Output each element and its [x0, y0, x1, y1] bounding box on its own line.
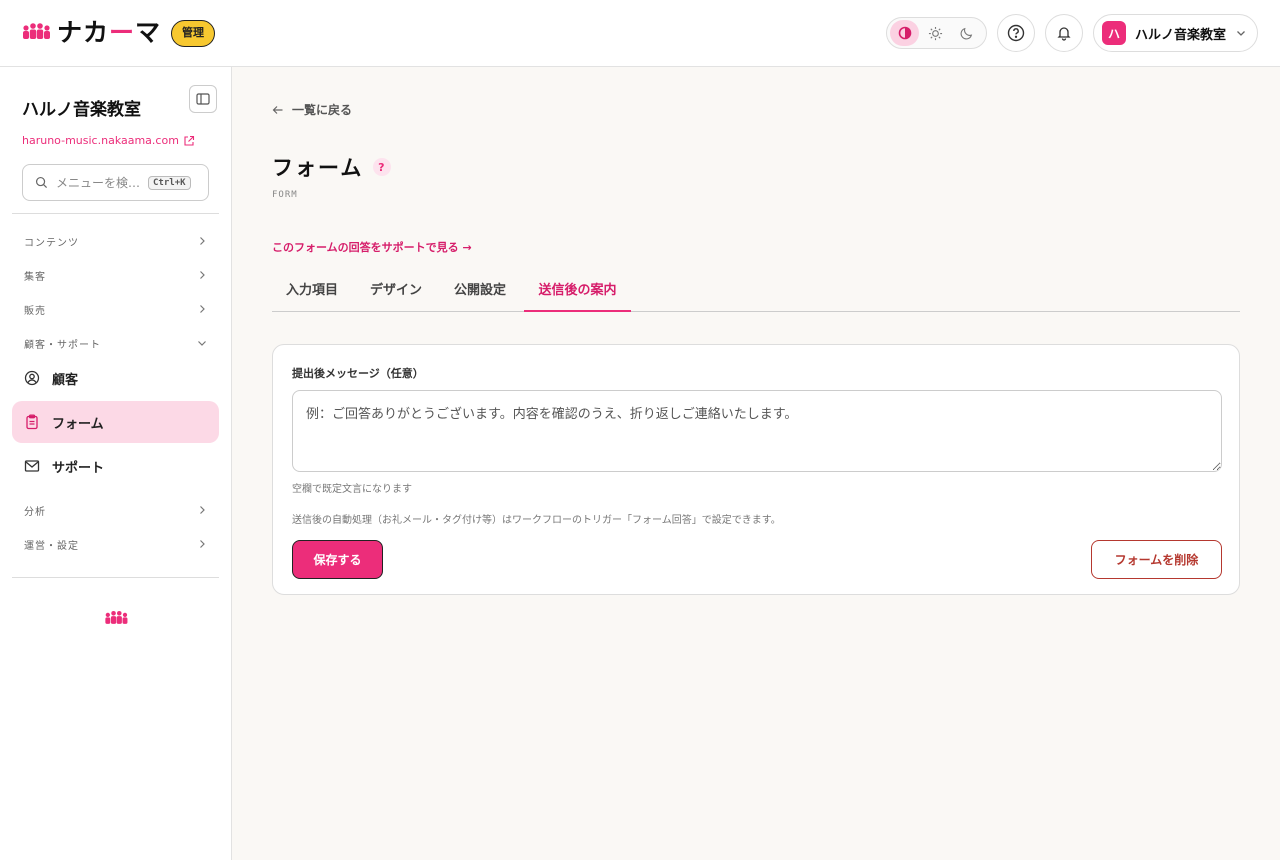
page-subtitle: FORM [272, 190, 298, 200]
nav-section-contents[interactable]: コンテンツ [12, 230, 219, 252]
moon-icon [960, 27, 972, 40]
account-menu-button[interactable]: ハ ハルノ音楽教室 [1093, 14, 1258, 52]
brand-logo[interactable]: ナカーマ 管理 [21, 18, 216, 48]
help-button[interactable] [997, 14, 1035, 52]
help-circle-icon [1007, 24, 1025, 42]
nav-section-label: 販売 [24, 305, 46, 317]
search-placeholder: メニューを検… [56, 176, 141, 190]
nav-section-marketing[interactable]: 集客 [12, 264, 219, 286]
tab-after-submit[interactable]: 送信後の案内 [524, 271, 631, 312]
page-title-text: フォーム [272, 156, 364, 180]
brand-wordmark: ナカーマ [57, 18, 162, 47]
light-mode-button[interactable] [921, 20, 950, 46]
workflow-note: 送信後の自動処理（お礼メール・タグ付け等）はワークフローのトリガー「フォーム回答… [292, 515, 781, 526]
nav-section-label: 集客 [24, 271, 46, 283]
clipboard-icon [26, 414, 38, 430]
tab-input-fields[interactable]: 入力項目 [272, 271, 352, 312]
school-url-link[interactable]: haruno-music.nakaama.com [22, 134, 195, 147]
tab-publish-settings[interactable]: 公開設定 [440, 271, 520, 312]
sidebar-item-label: フォーム [52, 416, 104, 432]
arrow-left-icon [272, 105, 283, 114]
view-responses-in-support-link[interactable]: このフォームの回答をサポートで見る → [272, 239, 472, 255]
notifications-button[interactable] [1045, 14, 1083, 52]
contrast-mode-button[interactable] [890, 20, 919, 46]
contrast-icon [898, 26, 911, 40]
nav-section-operations[interactable]: 運営・設定 [12, 533, 219, 555]
nav-section-label: 運営・設定 [24, 540, 79, 552]
nav-section-label: 分析 [24, 506, 46, 518]
chevron-right-icon [200, 237, 205, 245]
sidebar-item-customers[interactable]: 顧客 [12, 357, 219, 399]
search-icon [35, 176, 48, 189]
sidebar-item-forms[interactable]: フォーム [12, 401, 219, 443]
chevron-right-icon [200, 305, 205, 313]
people-logo-icon [23, 23, 50, 39]
account-name: ハルノ音楽教室 [1135, 27, 1227, 43]
top-header: ナカーマ 管理 ハ ハルノ音楽教室 [0, 0, 1280, 67]
nav-section-label: コンテンツ [24, 237, 79, 249]
admin-badge: 管理 [171, 19, 216, 47]
chevron-right-icon [200, 506, 205, 514]
sidebar-item-label: サポート [52, 460, 105, 476]
bell-icon [1057, 27, 1071, 41]
sidebar: ハルノ音楽教室 haruno-music.nakaama.com メニューを検…… [0, 67, 232, 860]
nav-section-customer-support[interactable]: 顧客・サポート [12, 332, 219, 354]
search-shortcut-badge: Ctrl+K [148, 175, 191, 190]
school-url-text: haruno-music.nakaama.com [22, 134, 179, 147]
sidebar-item-label: 顧客 [52, 372, 79, 388]
school-title: ハルノ音楽教室 [22, 100, 141, 120]
save-button[interactable]: 保存する [292, 540, 383, 579]
chevron-right-icon [200, 540, 205, 548]
after-submit-message-textarea[interactable] [292, 390, 1222, 472]
sidebar-divider [12, 577, 219, 578]
account-avatar: ハ [1102, 21, 1126, 45]
nav-section-sales[interactable]: 販売 [12, 298, 219, 320]
theme-toggle [886, 17, 987, 49]
form-tabs: 入力項目 デザイン 公開設定 送信後の案内 [272, 271, 1240, 312]
people-logo-icon [105, 610, 128, 624]
dark-mode-button[interactable] [952, 20, 981, 46]
chevron-right-icon [200, 271, 205, 279]
mail-icon [24, 460, 40, 472]
menu-search-input[interactable]: メニューを検… Ctrl+K [22, 164, 209, 201]
sidebar-divider [12, 213, 219, 214]
message-label: 提出後メッセージ（任意） [292, 367, 424, 380]
tab-design[interactable]: デザイン [356, 271, 436, 312]
nav-section-label: 顧客・サポート [24, 339, 101, 351]
chevron-down-icon [1237, 31, 1245, 36]
user-circle-icon [24, 370, 40, 386]
delete-form-button[interactable]: フォームを削除 [1091, 540, 1222, 579]
after-submit-card: 提出後メッセージ（任意） 空欄で既定文言になります 送信後の自動処理（お礼メール… [272, 344, 1240, 595]
chevron-down-icon [198, 341, 206, 346]
nav-section-analytics[interactable]: 分析 [12, 499, 219, 521]
sidebar-item-support[interactable]: サポート [12, 445, 219, 487]
back-link-label: 一覧に戻る [292, 103, 353, 117]
help-question-icon[interactable]: ? [373, 158, 392, 176]
sidebar-panel-icon [196, 93, 210, 105]
page-title: フォーム ? [272, 152, 392, 182]
back-to-list-link[interactable]: 一覧に戻る [272, 101, 352, 118]
collapse-sidebar-button[interactable] [189, 85, 217, 113]
external-link-icon [184, 135, 194, 146]
sun-icon [928, 26, 943, 40]
message-hint: 空欄で既定文言になります [292, 484, 412, 495]
